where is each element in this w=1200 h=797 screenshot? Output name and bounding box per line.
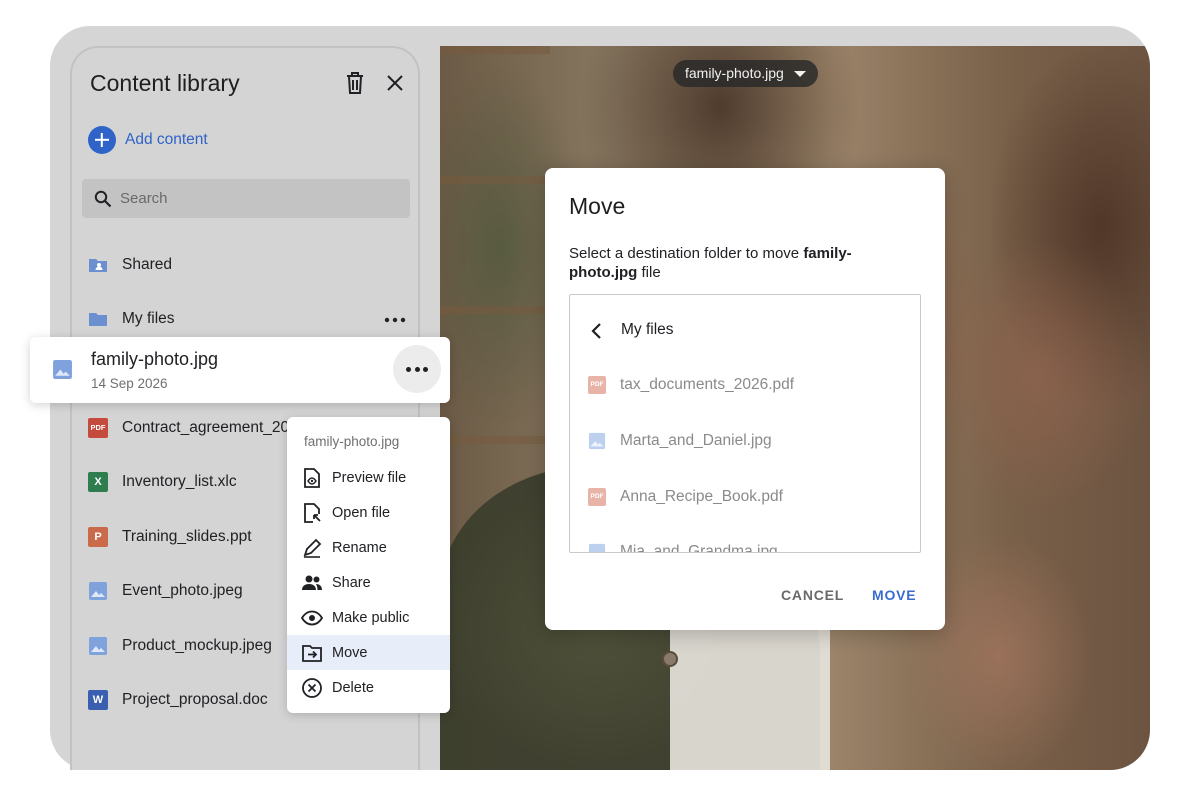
current-folder-name: My files (621, 321, 674, 338)
context-menu-title: family-photo.jpg (304, 434, 400, 449)
sidebar-item-my-files[interactable]: My files (88, 304, 175, 334)
sidebar-item-contract[interactable]: PDF Contract_agreement_20 (88, 413, 289, 443)
menu-item-label: Delete (332, 679, 374, 696)
sidebar-item-event-photo[interactable]: Event_photo.jpeg (88, 576, 243, 606)
menu-item-preview-file[interactable]: Preview file (287, 460, 450, 495)
image-icon (588, 543, 606, 552)
sidebar-item-label: Project_proposal.doc (122, 691, 268, 708)
menu-item-share[interactable]: Share (287, 565, 450, 600)
open-file-icon (304, 502, 321, 523)
sidebar-item-project-proposal[interactable]: W Project_proposal.doc (88, 685, 268, 715)
file-name: Marta_and_Daniel.jpg (620, 432, 772, 449)
dialog-desc-suffix: file (637, 264, 661, 281)
share-icon (302, 575, 322, 590)
image-icon (89, 582, 107, 600)
image-icon (53, 360, 72, 379)
shared-folder-icon (89, 259, 107, 272)
background-shelf (440, 46, 550, 466)
sidebar-item-shared[interactable]: Shared (88, 250, 172, 280)
close-icon[interactable] (384, 72, 406, 94)
sidebar-item-label: Inventory_list.xlc (122, 473, 237, 490)
selected-file-card[interactable]: family-photo.jpg 14 Sep 2026 (30, 337, 450, 403)
menu-item-make-public[interactable]: Make public (287, 600, 450, 635)
add-content-button[interactable]: Add content (88, 126, 208, 154)
delete-icon (302, 677, 322, 698)
search-box (82, 179, 410, 218)
preview-file-selector[interactable]: family-photo.jpg (673, 60, 818, 87)
search-icon (94, 190, 112, 208)
more-options-icon[interactable] (384, 317, 406, 323)
menu-item-label: Make public (332, 609, 410, 626)
panel-title: Content library (90, 70, 240, 96)
folder-list-item: Mia_and_Grandma.jpg (588, 541, 778, 553)
folder-icon (89, 313, 107, 326)
plus-icon (88, 126, 116, 154)
trash-icon[interactable] (344, 70, 366, 96)
search-input[interactable] (120, 179, 400, 218)
sidebar-item-training[interactable]: P Training_slides.ppt (88, 522, 252, 552)
pdf-icon: PDF (588, 488, 606, 506)
preview-file-name: family-photo.jpg (685, 65, 784, 81)
dialog-desc-prefix: Select a destination folder to move (569, 245, 804, 262)
file-date: 14 Sep 2026 (91, 376, 168, 391)
file-name: Anna_Recipe_Book.pdf (620, 488, 783, 505)
more-options-button[interactable] (393, 345, 441, 393)
menu-item-label: Preview file (332, 469, 407, 486)
photo-button (662, 651, 678, 667)
image-icon (588, 432, 606, 450)
folder-list-item: PDF Anna_Recipe_Book.pdf (588, 486, 783, 508)
menu-item-label: Move (332, 644, 368, 661)
move-button[interactable]: MOVE (872, 587, 916, 603)
cancel-button[interactable]: CANCEL (781, 587, 844, 603)
folder-list-item: Marta_and_Daniel.jpg (588, 430, 772, 452)
folder-list-item: PDF tax_documents_2026.pdf (588, 374, 794, 396)
sidebar-item-label: My files (122, 310, 175, 327)
file-name: family-photo.jpg (91, 349, 219, 369)
menu-item-label: Open file (332, 504, 391, 521)
sidebar-item-label: Contract_agreement_20 (122, 419, 290, 436)
menu-item-label: Rename (332, 539, 387, 556)
sidebar-item-inventory[interactable]: X Inventory_list.xlc (88, 467, 237, 497)
add-content-label: Add content (125, 131, 208, 148)
more-dot (423, 367, 428, 372)
eye-icon (301, 610, 323, 625)
menu-item-move[interactable]: Move (287, 635, 450, 670)
rename-icon (303, 538, 322, 558)
move-dialog: Move Select a destination folder to move… (545, 168, 945, 630)
chevron-left-icon[interactable] (590, 323, 604, 339)
sidebar-item-label: Training_slides.ppt (122, 528, 252, 545)
preview-icon (304, 467, 320, 488)
file-context-menu: family-photo.jpg Preview file Open file … (287, 417, 450, 713)
sidebar-item-label: Product_mockup.jpeg (122, 637, 272, 654)
sidebar-item-label: Event_photo.jpeg (122, 582, 243, 599)
dialog-title: Move (569, 193, 626, 219)
folder-browser: My files PDF tax_documents_2026.pdf Mart… (569, 294, 921, 553)
pdf-icon: PDF (588, 376, 606, 394)
file-name: tax_documents_2026.pdf (620, 376, 795, 393)
menu-item-label: Share (332, 574, 371, 591)
sidebar-item-label: Shared (122, 256, 172, 273)
word-icon: W (88, 690, 108, 710)
move-icon (302, 644, 322, 662)
menu-item-open-file[interactable]: Open file (287, 495, 450, 530)
more-dot (414, 367, 420, 372)
menu-item-rename[interactable]: Rename (287, 530, 450, 565)
excel-icon: X (88, 472, 108, 492)
sidebar-item-product-mockup[interactable]: Product_mockup.jpeg (88, 631, 272, 661)
powerpoint-icon: P (88, 527, 108, 547)
dialog-description: Select a destination folder to move fami… (569, 244, 899, 282)
file-name: Mia_and_Grandma.jpg (620, 543, 778, 553)
chevron-down-icon (793, 71, 806, 77)
image-icon (89, 637, 107, 655)
pdf-icon: PDF (88, 418, 108, 438)
menu-item-delete[interactable]: Delete (287, 670, 450, 705)
more-dot (406, 367, 411, 372)
